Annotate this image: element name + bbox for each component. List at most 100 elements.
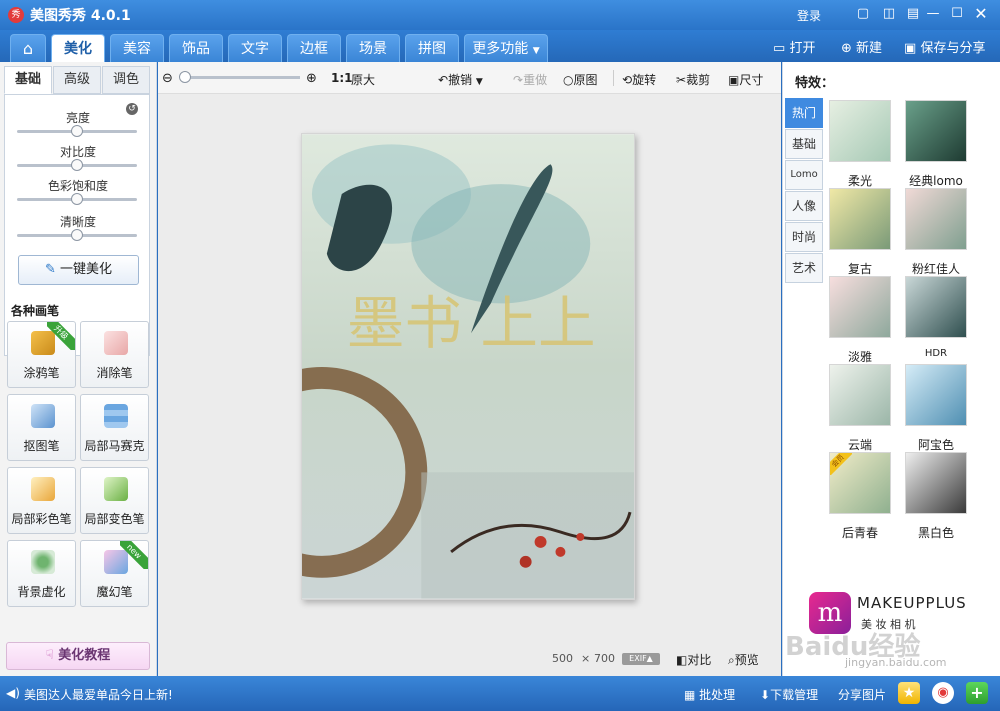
menu-icon[interactable]: ▤ <box>905 6 921 22</box>
star-icon[interactable]: ★ <box>898 682 920 704</box>
zoom-out-icon[interactable]: ⊖ <box>162 71 173 86</box>
effects-panel: 特效： 热门 基础 Lomo 人像 时尚 艺术 柔光 经典lomo 复古 粉红佳… <box>782 62 1000 676</box>
saturation-knob[interactable] <box>71 193 83 205</box>
compare-icon: ◧ <box>676 653 688 667</box>
makeupplus-ad[interactable]: m MAKEUPPLUS 美 妆 相 机 Baidu经验 jingyan.bai… <box>785 582 995 669</box>
folder-icon: ▭ <box>773 41 786 56</box>
tab-frame[interactable]: 边框 <box>287 34 341 62</box>
preview-button[interactable]: ⌕预览 <box>728 651 759 668</box>
app-title: 美图秀秀 4.0.1 <box>30 8 131 24</box>
tab-collage[interactable]: 拼图 <box>405 34 459 62</box>
effect-label: 阿宝色 <box>917 438 954 452</box>
tool-label: 涂鸦笔 <box>23 366 60 380</box>
brushes-heading: 各种画笔 <box>11 304 60 318</box>
resize-button[interactable]: ▣尺寸 <box>728 71 763 88</box>
plum-blossom <box>519 555 532 568</box>
effect-cloud[interactable] <box>829 364 891 426</box>
fx-tab-basic[interactable]: 基础 <box>785 129 823 159</box>
close-icon[interactable]: ✕ <box>973 6 989 22</box>
zoom-knob[interactable] <box>179 71 191 83</box>
exif-button[interactable]: EXIF▲ <box>622 653 660 665</box>
tool-mosaic[interactable]: 局部马赛克 <box>80 394 149 461</box>
subtab-advanced[interactable]: 高级 <box>53 66 101 94</box>
tab-more[interactable]: 更多功能 ▼ <box>464 34 548 62</box>
batch-label: 批处理 <box>699 688 736 702</box>
effect-youth[interactable]: 会员 <box>829 452 891 514</box>
sharpness-label: 清晰度 <box>59 215 96 229</box>
login-link[interactable]: 登录 <box>797 7 821 24</box>
rotate-button[interactable]: ⟲旋转 <box>622 71 656 88</box>
tutorial-button[interactable]: ☟ 美化教程 <box>6 642 150 670</box>
news-message[interactable]: 美图达人最爱单品今日上新! <box>24 686 173 703</box>
ink-splash <box>411 184 591 304</box>
effect-soft-light[interactable] <box>829 100 891 162</box>
one-click-beautify-button[interactable]: ✎ 一键美化 <box>18 255 139 285</box>
add-icon[interactable]: + <box>966 682 988 704</box>
zoom-in-icon[interactable]: ⊕ <box>306 71 317 86</box>
new-button[interactable]: ⊕ 新建 <box>841 37 882 56</box>
new-label: 新建 <box>856 41 883 56</box>
original-size-button[interactable]: 原大 <box>351 71 375 88</box>
zoom-ratio[interactable]: 1:1 <box>331 71 353 85</box>
effect-label: 黑白色 <box>917 526 954 540</box>
rotate-icon: ⟲ <box>622 73 633 87</box>
brightness-label: 亮度 <box>65 111 90 125</box>
brightness-knob[interactable] <box>71 125 83 137</box>
chat-icon[interactable]: ▢ <box>855 6 871 22</box>
open-button[interactable]: ▭ 打开 <box>773 37 815 56</box>
upgrade-badge: 升级 <box>47 322 75 350</box>
effect-elegant[interactable] <box>829 276 891 338</box>
fx-tab-fashion[interactable]: 时尚 <box>785 222 823 252</box>
tool-label: 背景虚化 <box>17 585 66 599</box>
fx-tab-portrait[interactable]: 人像 <box>785 191 823 221</box>
download-manager-button[interactable]: ⬇下载管理 <box>760 686 818 703</box>
contrast-label: 对比度 <box>59 145 96 159</box>
tool-cutout-pen[interactable]: 抠图笔 <box>7 394 76 461</box>
subtab-basic[interactable]: 基础 <box>4 66 52 94</box>
tab-beauty[interactable]: 美容 <box>110 34 164 62</box>
compare-button[interactable]: ◧对比 <box>676 651 711 668</box>
original-button[interactable]: ○原图 <box>563 71 598 88</box>
canvas-area: ⊖ ⊕ 1:1 原大 ↶撤销 ▼ ↷重做 ○原图 ⟲旋转 ✂裁剪 ▣尺寸 墨书 … <box>158 62 781 676</box>
batch-button[interactable]: ▦ 批处理 <box>684 686 735 703</box>
effect-label: 粉红佳人 <box>911 262 960 276</box>
undo-label: 撤销 <box>448 73 473 87</box>
download-label: 下载管理 <box>770 688 819 702</box>
home-icon[interactable]: ⌂ <box>10 34 46 62</box>
tool-magic-pen[interactable]: new 魔幻笔 <box>80 540 149 607</box>
minimize-icon[interactable]: — <box>925 6 941 22</box>
maximize-icon[interactable]: ☐ <box>949 6 965 22</box>
effect-hdr[interactable] <box>905 276 967 338</box>
contrast-knob[interactable] <box>71 159 83 171</box>
effect-retro[interactable] <box>829 188 891 250</box>
tool-recolor-pen[interactable]: 局部变色笔 <box>80 467 149 534</box>
undo-button[interactable]: ↶撤销 ▼ <box>438 71 483 88</box>
photo-canvas[interactable]: 墨书 上上 <box>301 133 635 600</box>
crop-button[interactable]: ✂裁剪 <box>676 71 710 88</box>
crop-label: 裁剪 <box>686 73 711 87</box>
weibo-icon[interactable]: ◉ <box>932 682 954 704</box>
zoom-slider[interactable] <box>180 76 300 79</box>
skin-icon[interactable]: ◫ <box>881 6 897 22</box>
tool-color-pen[interactable]: 局部彩色笔 <box>7 467 76 534</box>
fx-tab-hot[interactable]: 热门 <box>785 98 823 128</box>
batch-icon: ▦ <box>684 688 696 702</box>
image-width: 500 <box>552 652 573 665</box>
tool-background-blur[interactable]: 背景虚化 <box>7 540 76 607</box>
sharpness-knob[interactable] <box>71 229 83 241</box>
tab-text[interactable]: 文字 <box>228 34 282 62</box>
share-image-button[interactable]: 分享图片 <box>838 686 886 703</box>
tab-scene[interactable]: 场景 <box>346 34 400 62</box>
effect-abao[interactable] <box>905 364 967 426</box>
effect-black-white[interactable] <box>905 452 967 514</box>
tab-accessories[interactable]: 饰品 <box>169 34 223 62</box>
tool-label: 局部彩色笔 <box>11 512 72 526</box>
effect-classic-lomo[interactable] <box>905 100 967 162</box>
tool-eraser-pen[interactable]: 消除笔 <box>80 321 149 388</box>
tool-doodle-pen[interactable]: 升级 涂鸦笔 <box>7 321 76 388</box>
redo-button[interactable]: ↷重做 <box>513 71 547 88</box>
save-share-button[interactable]: ▣ 保存与分享 <box>904 37 985 56</box>
effect-pink-lady[interactable] <box>905 188 967 250</box>
subtab-color[interactable]: 调色 <box>102 66 150 94</box>
tab-beautify[interactable]: 美化 <box>51 34 105 62</box>
